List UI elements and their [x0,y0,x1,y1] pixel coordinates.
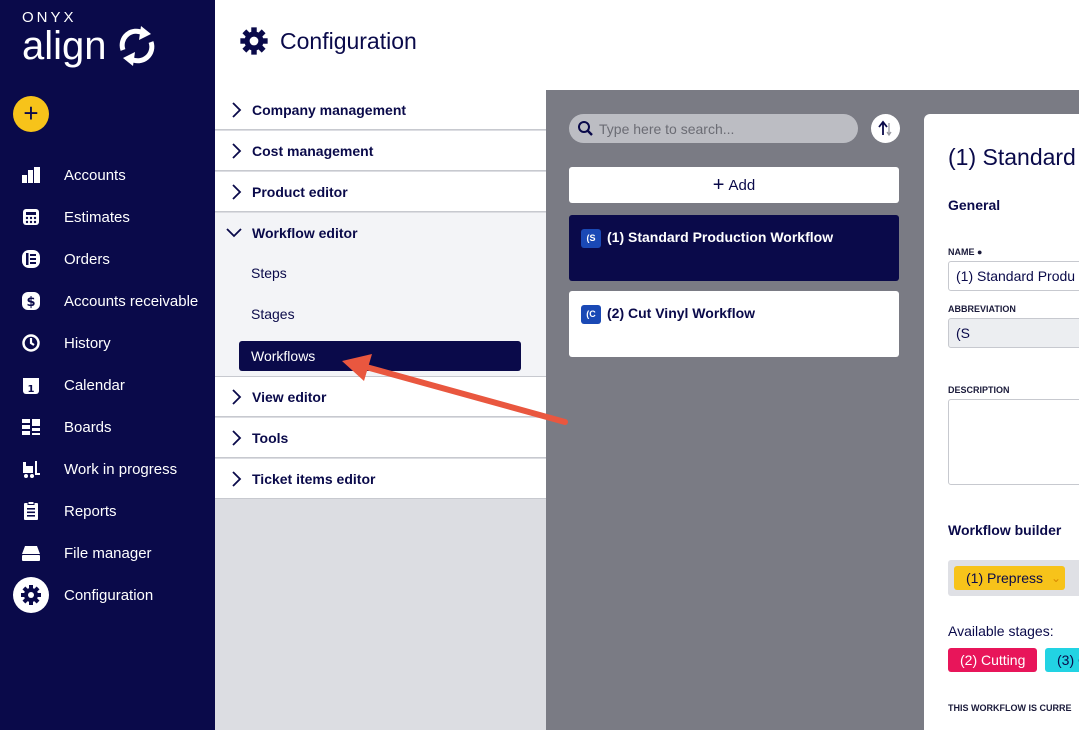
nav-item-reports[interactable]: Reports [0,493,215,529]
available-stages-label: Available stages: [948,623,1054,639]
menu-item-view-editor[interactable]: View editor [215,377,546,417]
orders-icon [20,248,42,270]
workflow-card-standard-production[interactable]: (S (1) Standard Production Workflow [569,215,899,281]
search-box [569,114,858,143]
general-section-title: General [948,197,1001,213]
workflow-detail-title: (1) Standard [948,144,1076,170]
menu-item-ticket-items-editor[interactable]: Ticket items editor [215,459,546,499]
gear-icon [239,26,269,61]
chevron-right-icon [232,471,242,487]
stage-chip-prepress[interactable]: (1) Prepress ⌄ [954,566,1066,590]
nav-item-estimates[interactable]: Estimates [0,199,215,235]
abbreviation-label: ABBREVIATION [948,304,1016,314]
accounts-icon [20,164,42,186]
sort-arrows-icon [878,120,892,137]
available-stage-3[interactable]: (3) C [1045,648,1079,672]
nav-item-configuration[interactable]: Configuration [0,577,215,613]
nav-item-accounts[interactable]: Accounts [0,157,215,193]
sync-arrows-icon [119,26,154,66]
submenu-item-steps[interactable]: Steps [251,265,287,281]
page-header: Configuration [215,0,1079,90]
chevron-right-icon [232,184,242,200]
menu-item-product-editor[interactable]: Product editor [215,172,546,212]
quick-add-button[interactable]: + [13,96,49,132]
page-title: Configuration [280,28,417,54]
description-field[interactable] [948,399,1079,485]
onyx-align-logo[interactable]: ONYX align [22,10,159,68]
workflow-card-cut-vinyl[interactable]: (C (2) Cut Vinyl Workflow [569,291,899,357]
workflow-list-panel: + Add (S (1) Standard Production Workflo… [546,90,924,730]
logo-app-name: align [22,24,107,68]
sort-button[interactable] [871,114,900,143]
workflow-builder-title: Workflow builder [948,522,1062,538]
gear-icon [13,577,49,613]
main-navigation: ONYX align + Accounts Estimates Orders $… [0,0,215,730]
boards-icon [20,416,42,438]
chevron-right-icon [232,102,242,118]
submenu-item-stages[interactable]: Stages [251,306,295,322]
calendar-icon: 1 [20,374,42,396]
svg-text:$: $ [26,295,35,310]
description-label: DESCRIPTION [948,385,1010,395]
nav-item-boards[interactable]: Boards [0,409,215,445]
dollar-icon: $ [20,290,42,312]
calculator-icon [20,206,42,228]
workflow-abbrev-badge: (C [581,305,601,324]
search-input[interactable] [599,118,849,140]
chevron-down-icon: ⌄ [1050,571,1062,585]
available-stage-cutting[interactable]: (2) Cutting [948,648,1038,672]
search-icon [578,121,593,136]
nav-item-accounts-receivable[interactable]: $ Accounts receivable [0,283,215,319]
nav-item-orders[interactable]: Orders [0,241,215,277]
chevron-right-icon [232,389,242,405]
workflow-detail-panel: (1) Standard General NAME ● (1) Standard… [924,90,1079,730]
chevron-right-icon [232,143,242,159]
abbreviation-field[interactable]: (S [948,318,1079,348]
clipboard-icon [20,500,42,522]
menu-item-workflow-editor[interactable]: Workflow editor [215,213,546,253]
menu-item-tools[interactable]: Tools [215,418,546,458]
workflow-name: (1) Standard Production Workflow [607,229,834,245]
name-label: NAME ● [948,247,983,257]
drive-icon [20,542,42,564]
submenu-item-workflows[interactable]: Workflows [239,341,521,371]
menu-item-company-management[interactable]: Company management [215,90,546,130]
chevron-right-icon [232,430,242,446]
name-field[interactable]: (1) Standard Produ [948,261,1079,291]
menu-item-cost-management[interactable]: Cost management [215,131,546,171]
configuration-menu: Company management Cost management Produ… [215,90,546,730]
svg-text:1: 1 [28,384,35,395]
workflow-usage-note: THIS WORKFLOW IS CURRE [948,703,1072,713]
forklift-icon [20,458,42,480]
history-icon [20,332,42,354]
workflow-editor-submenu: Steps Stages Workflows [215,253,546,377]
workflow-abbrev-badge: (S [581,229,601,248]
nav-item-work-in-progress[interactable]: Work in progress [0,451,215,487]
add-workflow-button[interactable]: + Add [569,167,899,203]
plus-icon: + [712,174,725,196]
nav-item-history[interactable]: History [0,325,215,361]
workflow-builder: (1) Prepress ⌄ [948,560,1079,596]
nav-item-file-manager[interactable]: File manager [0,535,215,571]
nav-item-calendar[interactable]: 1 Calendar [0,367,215,403]
chevron-down-icon [226,228,242,238]
workflow-name: (2) Cut Vinyl Workflow [607,305,756,321]
